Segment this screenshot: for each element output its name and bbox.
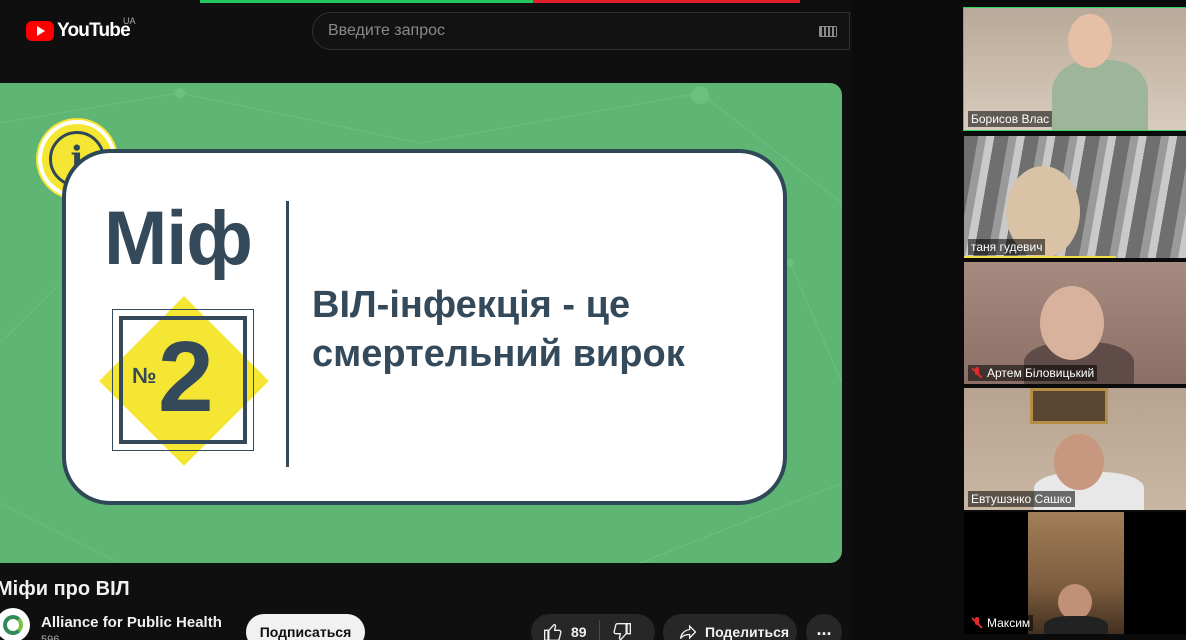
participant-tile[interactable]: Максим [964,512,1186,634]
share-button[interactable]: Поделиться [663,614,797,640]
search-input[interactable] [313,13,803,49]
participant-name: Борисов Влас [971,112,1050,126]
screen: YouTube UA Введите запрос i Міф № 2 ВІЛ-… [0,0,1186,640]
dislike-button[interactable] [612,614,632,640]
participant-name-tag: таня гудевич [968,239,1046,255]
like-dislike-group: 89 [531,614,655,640]
participant-tile[interactable]: таня гудевич [964,136,1186,258]
keyboard-icon[interactable] [819,26,837,37]
participant-name-tag: Артем Біловицький [968,365,1098,381]
share-indicator-green [200,0,533,3]
channel-avatar[interactable] [0,608,30,640]
participant-name-tag: Максим [968,615,1034,631]
number-sign: № [132,363,157,388]
participant-tile[interactable]: Евтушэнко Сашко [964,388,1186,510]
channel-logo-icon [3,615,23,635]
more-actions-button[interactable]: ... [806,614,842,640]
participant-tile[interactable]: Артем Біловицький [964,262,1186,384]
participant-gallery: Борисов Влас таня гудевич Артем Біловиць… [852,0,1186,640]
participant-name: Артем Біловицький [987,366,1095,380]
myth-statement-line-2: смертельний вирок [312,333,685,375]
channel-name[interactable]: Alliance for Public Health [41,614,222,631]
thumbs-down-icon [613,623,631,640]
participant-head [1040,286,1104,360]
youtube-page: YouTube UA Введите запрос i Міф № 2 ВІЛ-… [0,0,852,640]
participant-name-tag: Евтушэнко Сашко [968,491,1075,507]
search-box[interactable] [312,12,850,50]
participant-figure [1044,616,1108,634]
participant-tile[interactable]: Борисов Влас [963,7,1186,131]
myth-statement: ВІЛ-інфекція - це смертельний вирок [312,281,685,379]
share-arrow-icon [679,624,697,640]
myth-card: Міф № 2 ВІЛ-інфекція - це смертельний ви… [62,149,787,505]
screen-share-indicator [200,0,800,3]
participant-figure [1052,60,1148,130]
participant-head [1068,14,1112,68]
myth-number: 2 [158,321,214,433]
share-label: Поделиться [705,624,790,640]
divider [286,201,289,467]
youtube-play-icon [26,21,54,41]
like-count: 89 [571,624,587,640]
youtube-logo[interactable]: YouTube UA [26,16,136,42]
participant-name-tag: Борисов Влас [968,111,1053,127]
like-separator [598,620,600,640]
number-badge: № 2 [94,291,274,471]
thumbs-up-icon [544,623,562,640]
subscribe-button[interactable]: Подписаться [246,614,365,640]
participant-name: Евтушэнко Сашко [971,492,1072,506]
wall-picture [1030,388,1108,424]
myth-label: Міф [104,196,253,281]
participant-head [1058,584,1092,620]
video-title: Міфи про ВІЛ [0,578,130,600]
share-indicator-red [533,0,800,3]
participant-head [1054,434,1104,490]
country-code: UA [123,16,136,26]
subscriber-count: 596 [41,634,60,640]
mic-muted-icon [971,367,983,379]
mic-muted-icon [971,617,983,629]
video-player[interactable]: i Міф № 2 ВІЛ-інфекція - це смертельний … [0,83,842,563]
speaking-indicator [964,256,1116,258]
participant-name: таня гудевич [971,240,1043,254]
youtube-logo-text: YouTube [57,20,131,41]
like-button[interactable]: 89 [531,614,587,640]
myth-statement-line-1: ВІЛ-інфекція - це [312,284,631,326]
participant-name: Максим [987,616,1031,630]
